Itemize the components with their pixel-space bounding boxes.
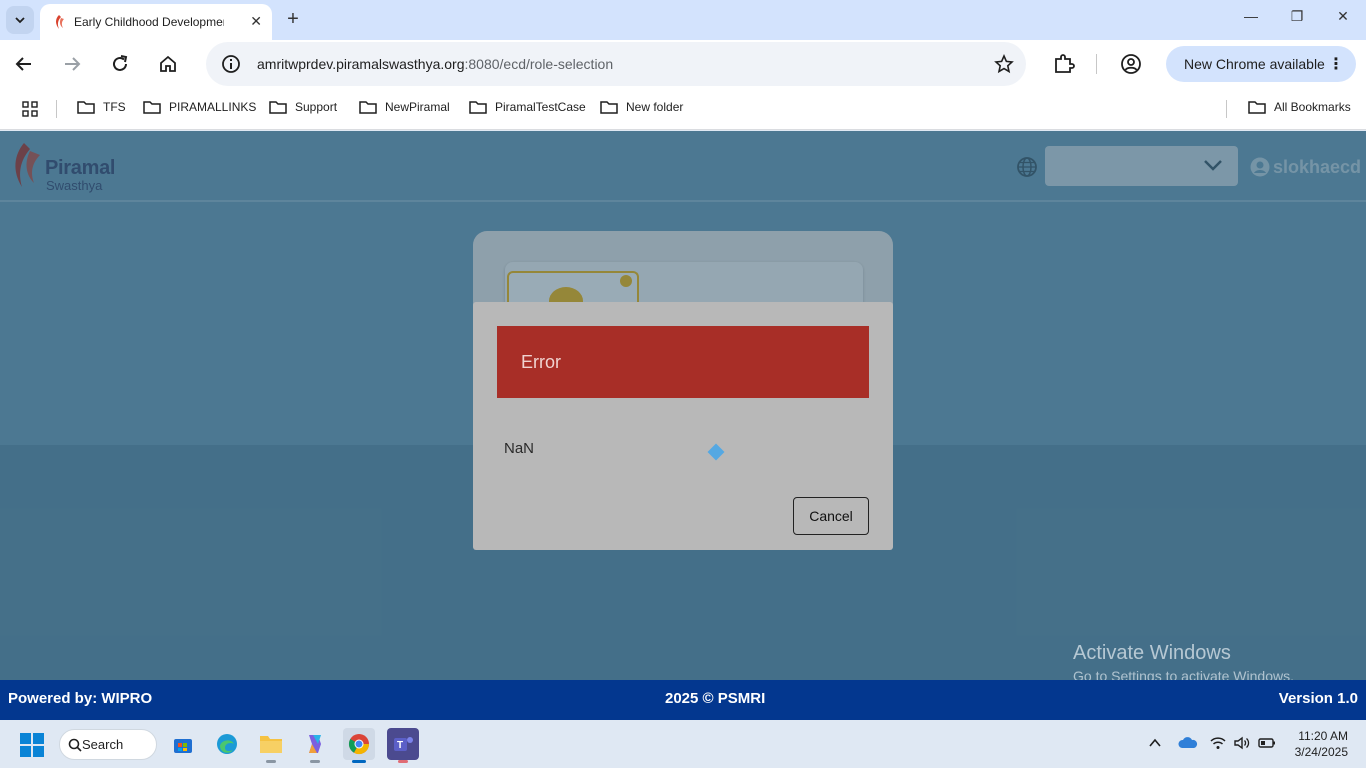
activate-windows-title: Activate Windows: [1073, 642, 1231, 664]
edge-icon: [217, 734, 237, 754]
minimize-button[interactable]: —: [1236, 8, 1266, 24]
app-footer: Powered by: WIPRO 2025 © PSMRI Version 1…: [0, 680, 1366, 720]
close-tab-icon[interactable]: ✕: [250, 13, 262, 30]
file-explorer-icon: [260, 736, 282, 753]
error-dialog-message: NaN: [504, 440, 535, 457]
taskbar-chrome[interactable]: [343, 728, 375, 763]
piramal-favicon-icon: [56, 15, 64, 29]
reload-button[interactable]: [108, 52, 132, 76]
apps-grid-icon[interactable]: [22, 101, 38, 117]
home-icon: [160, 55, 176, 72]
taskbar-search[interactable]: Search: [59, 729, 157, 760]
folder-icon: [143, 101, 161, 114]
folder-icon: [269, 101, 287, 114]
bookmark-label: New folder: [626, 100, 684, 114]
bookmarks-separator: [1226, 100, 1227, 118]
chevron-down-icon: [15, 17, 25, 24]
back-button[interactable]: [12, 52, 36, 76]
bookmarks-separator: [56, 100, 57, 118]
bookmark-folder-tfs[interactable]: TFS: [77, 100, 126, 114]
cancel-button[interactable]: Cancel: [793, 497, 869, 535]
close-window-button[interactable]: ✕: [1328, 8, 1358, 25]
tab-title: Early Childhood Development: [74, 15, 224, 29]
toolbar-separator: [1096, 54, 1097, 74]
extensions-icon[interactable]: [1052, 52, 1076, 76]
clock-date: 3/24/2025: [1294, 745, 1348, 759]
active-indicator: [352, 760, 366, 763]
loading-spinner: [707, 443, 725, 461]
bookmark-folder-piramaltestcase[interactable]: PiramalTestCase: [469, 100, 586, 114]
taskbar-teams[interactable]: T: [387, 728, 419, 763]
arrow-right-icon: [65, 57, 81, 71]
bookmark-label: NewPiramal: [385, 100, 450, 114]
browser-tab-active[interactable]: Early Childhood Development ✕: [40, 4, 272, 40]
footer-version: Version 1.0: [1278, 690, 1358, 707]
running-indicator: [310, 760, 320, 763]
search-icon: [68, 738, 82, 752]
taskbar-m365[interactable]: [299, 728, 331, 763]
taskbar-clock[interactable]: 11:20 AM 3/24/2025: [1290, 728, 1348, 760]
update-label: New Chrome available: [1184, 56, 1325, 72]
url-host: amritwprdev.piramalswasthya.org: [257, 56, 465, 72]
browser-tab-strip: Early Childhood Development ✕ + — ❐ ✕: [0, 0, 1366, 40]
taskbar-edge[interactable]: [211, 728, 243, 760]
volume-icon[interactable]: [1234, 736, 1250, 750]
battery-icon[interactable]: [1258, 736, 1276, 750]
app-viewport: Piramal Swasthya slokhaecd Error NaN Can…: [0, 131, 1366, 680]
search-label: Search: [82, 737, 124, 752]
profile-icon[interactable]: [1119, 52, 1143, 76]
bookmark-folder-support[interactable]: Support: [269, 100, 337, 114]
folder-icon: [359, 101, 377, 114]
bookmark-label: PIRAMALLINKS: [169, 100, 257, 114]
taskbar-store[interactable]: [167, 728, 199, 760]
error-dialog-header: Error: [497, 326, 869, 398]
m365-copilot-icon: [309, 735, 321, 753]
windows-taskbar: Search T 11:20 AM 3/24/2025: [0, 720, 1366, 768]
chrome-icon: [348, 734, 370, 755]
bookmark-folder-piramallinks[interactable]: PIRAMALLINKS: [143, 100, 256, 114]
error-dialog-title: Error: [521, 351, 561, 372]
bookmark-folder-newpiramal[interactable]: NewPiramal: [359, 100, 450, 114]
folder-icon: [600, 101, 618, 114]
teams-icon: T: [394, 737, 413, 751]
running-indicator: [266, 760, 276, 763]
folder-icon: [469, 101, 487, 114]
bookmark-label: TFS: [103, 100, 126, 114]
activate-windows-subtitle: Go to Settings to activate Windows.: [1073, 668, 1294, 680]
bookmarks-bar: TFS PIRAMALLINKS Support NewPiramal Pira…: [0, 88, 1366, 130]
footer-powered-by: Powered by: WIPRO: [8, 690, 153, 707]
bookmark-label: PiramalTestCase: [495, 100, 586, 114]
footer-copyright: 2025 © PSMRI: [665, 690, 766, 707]
tab-search-button[interactable]: [6, 6, 34, 34]
store-icon: [174, 739, 192, 753]
windows-start-icon[interactable]: [20, 733, 44, 757]
forward-button[interactable]: [60, 52, 84, 76]
folder-icon: [1248, 101, 1266, 114]
onedrive-icon[interactable]: [1178, 736, 1198, 750]
bookmark-star-icon[interactable]: [994, 54, 1014, 74]
more-menu-icon[interactable]: ⋮: [1328, 54, 1344, 74]
taskbar-file-explorer[interactable]: [255, 728, 287, 763]
all-bookmarks-label: All Bookmarks: [1274, 100, 1351, 114]
show-hidden-icons-icon[interactable]: [1148, 736, 1162, 750]
maximize-button[interactable]: ❐: [1282, 8, 1312, 25]
svg-text:T: T: [397, 740, 403, 751]
clock-time: 11:20 AM: [1298, 729, 1348, 743]
notification-indicator: [398, 760, 408, 763]
address-bar[interactable]: amritwprdev.piramalswasthya.org:8080/ecd…: [206, 42, 1026, 86]
new-chrome-available-button[interactable]: New Chrome available ⋮: [1166, 46, 1356, 82]
arrow-left-icon: [15, 57, 31, 71]
wifi-icon[interactable]: [1210, 736, 1226, 750]
url-text: amritwprdev.piramalswasthya.org:8080/ecd…: [257, 56, 613, 72]
site-info-icon[interactable]: [220, 53, 242, 75]
bookmark-folder-new-folder[interactable]: New folder: [600, 100, 683, 114]
url-path: :8080/ecd/role-selection: [464, 56, 614, 72]
all-bookmarks-button[interactable]: All Bookmarks: [1248, 100, 1351, 114]
folder-icon: [77, 101, 95, 114]
error-dialog: Error NaN Cancel: [473, 302, 893, 550]
home-button[interactable]: [156, 52, 180, 76]
bookmark-label: Support: [295, 100, 338, 114]
reload-icon: [113, 55, 128, 71]
new-tab-button[interactable]: +: [282, 8, 304, 30]
